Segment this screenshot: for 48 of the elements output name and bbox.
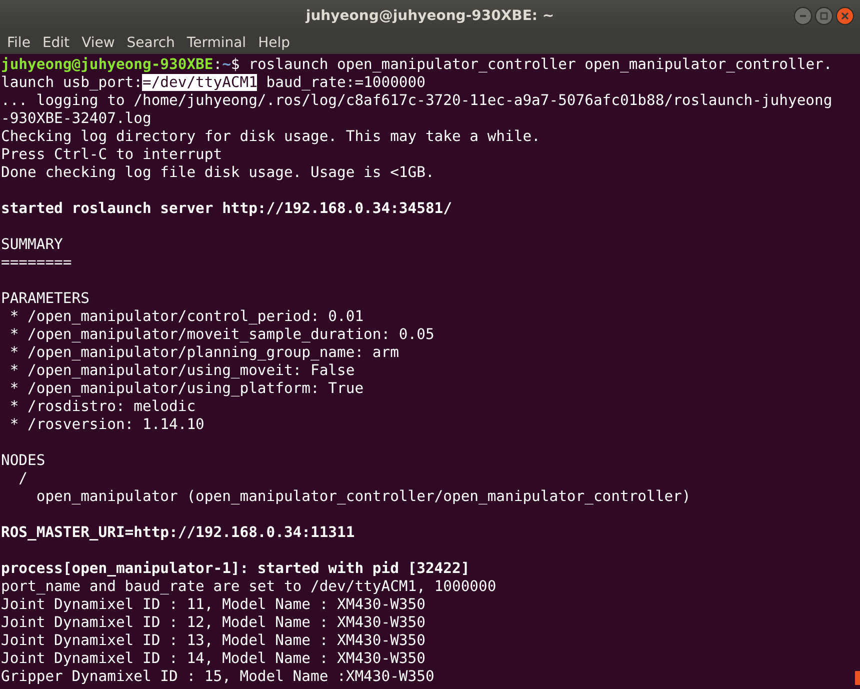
menu-item[interactable]: Terminal [180, 35, 252, 51]
terminal-text: * /open_manipulator/using_platform: True [8, 380, 364, 397]
terminal-text: Joint Dynamixel ID : 11, Model Name : XM430-W350 [1, 596, 426, 613]
terminal-text: * /open_manipulator/moveit_sample_duration: 0.05 [8, 326, 434, 343]
terminal-text: $ roslaunch open_manipulator_controller open_manipulator_controller. [230, 56, 832, 73]
menu-item[interactable]: Search [120, 35, 181, 51]
menu-item[interactable]: File [1, 35, 36, 51]
terminal-text: * /rosdistro: melodic [8, 398, 196, 415]
window-title: juhyeong@juhyeong-930XBE: ~ [306, 8, 554, 24]
terminal-text: ======== [1, 254, 72, 271]
terminal-text: SUMMARY [1, 236, 63, 253]
minimize-button[interactable] [794, 7, 812, 25]
prompt-user: juhyeong@juhyeong-930XBE [1, 56, 214, 73]
terminal-text: Gripper Dynamixel ID : 15, Model Name :XM430-W350 [1, 668, 434, 685]
scrollbar-thumb[interactable] [855, 671, 860, 685]
terminal-text: Joint Dynamixel ID : 14, Model Name : XM430-W350 [1, 650, 426, 667]
terminal-text: * /open_manipulator/planning_group_name: arm [8, 344, 399, 361]
minimize-icon [799, 12, 807, 20]
terminal-text: Press Ctrl-C to interrupt [1, 146, 222, 163]
terminal-text: started roslaunch server http://192.168.0.34:34581/ [1, 200, 452, 217]
terminal-text: -930XBE-32407.log [1, 110, 152, 127]
menu-item[interactable]: View [76, 35, 121, 51]
terminal-text: baud_rate:=1000000 [265, 74, 426, 91]
menu-item[interactable]: Edit [36, 35, 76, 51]
terminal-text: / [18, 470, 28, 487]
terminal-text: Joint Dynamixel ID : 13, Model Name : XM430-W350 [1, 632, 426, 649]
terminal-text: PARAMETERS [1, 290, 90, 307]
selected-text: =/dev/ttyACM1 [142, 74, 258, 91]
terminal-text: Done checking log file disk usage. Usage is <1GB. [1, 164, 434, 181]
terminal-text: open_manipulator (open_manipulator_controller/open_manipulator_controller) [35, 488, 691, 505]
maximize-icon [820, 12, 828, 20]
terminal-text: : [213, 56, 222, 73]
terminal-text: * /rosversion: 1.14.10 [8, 416, 204, 433]
terminal-text: port_name and baud_rate are set to /dev/ttyACM1, 1000000 [1, 578, 496, 595]
terminal-text: Checking log directory for disk usage. This may take a while. [1, 128, 540, 145]
terminal-text: NODES [1, 452, 46, 469]
maximize-button[interactable] [815, 7, 833, 25]
terminal-text: * /open_manipulator/using_moveit: False [8, 362, 355, 379]
menu-item[interactable]: Help [252, 35, 296, 51]
terminal-text: * /open_manipulator/control_period: 0.01 [8, 308, 364, 325]
terminal-text: ROS_MASTER_URI=http://192.168.0.34:11311 [1, 524, 355, 541]
prompt-path: ~ [222, 56, 231, 73]
terminal-text: ... logging to /home/juhyeong/.ros/log/c8af617c-3720-11ec-a9a7-5076afc01b88/roslaunch-juhyeong [1, 92, 832, 109]
terminal-text: launch usb_port: [1, 74, 142, 91]
terminal-text: Joint Dynamixel ID : 12, Model Name : XM430-W350 [1, 614, 426, 631]
close-icon [841, 12, 849, 20]
close-button[interactable] [836, 7, 854, 25]
terminal-text: process[open_manipulator-1]: started with pid [32422] [1, 560, 470, 577]
